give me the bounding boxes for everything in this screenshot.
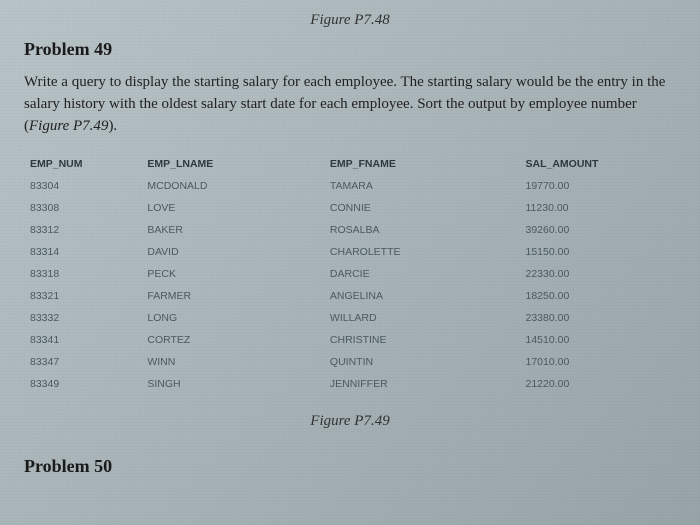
table-cell: 18250.00 bbox=[520, 285, 677, 307]
table-row: 83314DAVIDCHAROLETTE15150.00 bbox=[24, 241, 676, 263]
table-cell: CHRISTINE bbox=[324, 329, 520, 351]
table-cell: DAVID bbox=[141, 241, 324, 263]
problem-50-heading: Problem 50 bbox=[24, 456, 676, 477]
table-cell: QUINTIN bbox=[324, 351, 520, 373]
col-emp-fname: EMP_FNAME bbox=[324, 153, 520, 175]
problem-text-part2: ). bbox=[108, 118, 117, 134]
table-cell: 39260.00 bbox=[520, 219, 677, 241]
table-row: 83304MCDONALDTAMARA19770.00 bbox=[24, 175, 676, 197]
table-cell: JENNIFFER bbox=[324, 373, 520, 395]
table-cell: 14510.00 bbox=[520, 329, 677, 351]
table-cell: SINGH bbox=[141, 373, 324, 395]
table-cell: 11230.00 bbox=[520, 197, 677, 219]
table-cell: 23380.00 bbox=[520, 307, 677, 329]
table-cell: 83349 bbox=[24, 373, 141, 395]
table-cell: DARCIE bbox=[324, 263, 520, 285]
figure-reference-bottom: Figure P7.49 bbox=[24, 413, 676, 430]
table-row: 83347WINNQUINTIN17010.00 bbox=[24, 351, 676, 373]
table-header-row: EMP_NUM EMP_LNAME EMP_FNAME SAL_AMOUNT bbox=[24, 153, 676, 175]
table-row: 83349SINGHJENNIFFER21220.00 bbox=[24, 373, 676, 395]
table-row: 83318PECKDARCIE22330.00 bbox=[24, 263, 676, 285]
table-cell: 83347 bbox=[24, 351, 141, 373]
figure-reference-inline: Figure P7.49 bbox=[29, 118, 108, 134]
table-cell: LONG bbox=[141, 307, 324, 329]
table-cell: BAKER bbox=[141, 219, 324, 241]
table-cell: WILLARD bbox=[324, 307, 520, 329]
table-cell: MCDONALD bbox=[141, 175, 324, 197]
table-cell: 83304 bbox=[24, 175, 141, 197]
table-cell: CONNIE bbox=[324, 197, 520, 219]
table-cell: WINN bbox=[141, 351, 324, 373]
table-cell: ANGELINA bbox=[324, 285, 520, 307]
table-row: 83341CORTEZCHRISTINE14510.00 bbox=[24, 329, 676, 351]
col-sal-amount: SAL_AMOUNT bbox=[520, 153, 677, 175]
col-emp-num: EMP_NUM bbox=[24, 153, 141, 175]
table-cell: 83341 bbox=[24, 329, 141, 351]
table-row: 83332LONGWILLARD23380.00 bbox=[24, 307, 676, 329]
table-cell: ROSALBA bbox=[324, 219, 520, 241]
table-cell: 22330.00 bbox=[520, 263, 677, 285]
table-cell: 83321 bbox=[24, 285, 141, 307]
table-cell: CHAROLETTE bbox=[324, 241, 520, 263]
table-cell: FARMER bbox=[141, 285, 324, 307]
figure-reference-top: Figure P7.48 bbox=[24, 12, 676, 29]
table-cell: LOVE bbox=[141, 197, 324, 219]
table-cell: 83314 bbox=[24, 241, 141, 263]
table-cell: 21220.00 bbox=[520, 373, 677, 395]
table-cell: 83312 bbox=[24, 219, 141, 241]
table-cell: 15150.00 bbox=[520, 241, 677, 263]
table-row: 83312BAKERROSALBA39260.00 bbox=[24, 219, 676, 241]
col-emp-lname: EMP_LNAME bbox=[141, 153, 324, 175]
problem-49-text: Write a query to display the starting sa… bbox=[24, 72, 676, 137]
table-row: 83308LOVECONNIE11230.00 bbox=[24, 197, 676, 219]
table-cell: 83318 bbox=[24, 263, 141, 285]
table-cell: 83308 bbox=[24, 197, 141, 219]
table-cell: CORTEZ bbox=[141, 329, 324, 351]
problem-text-part1: Write a query to display the starting sa… bbox=[24, 74, 665, 134]
table-row: 83321FARMERANGELINA18250.00 bbox=[24, 285, 676, 307]
table-cell: TAMARA bbox=[324, 175, 520, 197]
employee-salary-table: EMP_NUM EMP_LNAME EMP_FNAME SAL_AMOUNT 8… bbox=[24, 153, 676, 395]
problem-49-heading: Problem 49 bbox=[24, 39, 676, 60]
table-cell: PECK bbox=[141, 263, 324, 285]
table-cell: 19770.00 bbox=[520, 175, 677, 197]
table-cell: 83332 bbox=[24, 307, 141, 329]
table-cell: 17010.00 bbox=[520, 351, 677, 373]
